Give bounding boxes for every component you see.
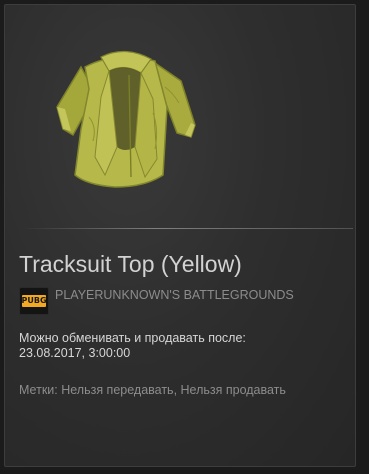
divider (23, 228, 353, 229)
game-name: PLAYERUNKNOWN'S BATTLEGROUNDS (55, 288, 294, 302)
game-logo-text: PUBG (21, 295, 47, 307)
game-logo-icon: PUBG (19, 287, 49, 315)
trade-restriction: Можно обменивать и продавать после: 23.0… (19, 331, 349, 361)
item-tags: Метки: Нельзя передавать, Нельзя продава… (19, 383, 286, 397)
item-card: Tracksuit Top (Yellow) PUBG PLAYERUNKNOW… (4, 4, 356, 467)
item-image (45, 37, 215, 197)
trade-restriction-date: 23.08.2017, 3:00:00 (19, 346, 131, 360)
item-name: Tracksuit Top (Yellow) (19, 251, 242, 277)
yellow-jacket-icon (56, 50, 196, 188)
trade-restriction-label: Можно обменивать и продавать после: (19, 331, 246, 345)
game-row: PUBG PLAYERUNKNOWN'S BATTLEGROUNDS (19, 287, 294, 317)
